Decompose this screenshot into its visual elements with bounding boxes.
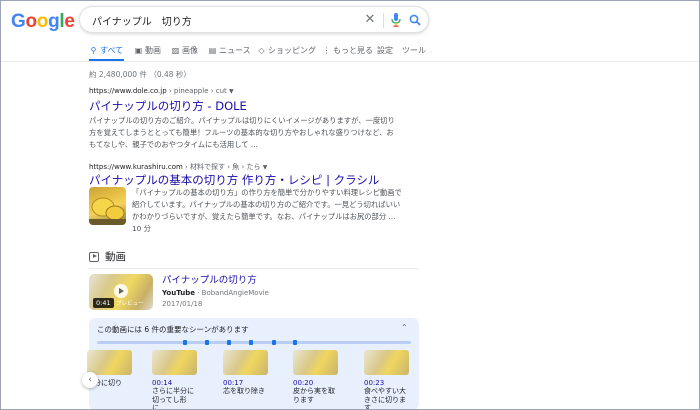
- logo-letter: g: [48, 11, 60, 32]
- timeline-marker[interactable]: [249, 340, 253, 345]
- moment-time: 00:23: [364, 379, 385, 387]
- result-url[interactable]: https://www.kurashiru.com › 材料で探す › 魚 › …: [89, 162, 267, 172]
- key-moments-label: この動画には 6 件の重要なシーンがあります: [97, 325, 249, 334]
- tab-news[interactable]: ▤ ニュース: [208, 45, 251, 56]
- video-source: YouTube · BobandAngieMovie: [162, 289, 269, 297]
- result-snippet-line: かわかりづらいですが、覚えたら簡単です。なお、パイナップルはお尻の部分 ...: [132, 212, 396, 221]
- videos-section-heading: 動画: [89, 249, 126, 264]
- timeline-marker[interactable]: [183, 340, 187, 345]
- key-moments-panel: この動画には 6 件の重要なシーンがあります ⌃ 半分に切り 00:14 さらに…: [87, 318, 419, 410]
- tab-label: 設定: [377, 46, 393, 55]
- tab-label: ニュース: [219, 46, 251, 55]
- google-logo[interactable]: Google: [11, 11, 75, 33]
- video-duration: 0:41: [93, 298, 114, 308]
- key-moment[interactable]: 00:20 皮から実を取ります: [293, 350, 338, 404]
- result-stats: 約 2,480,000 件 （0.48 秒）: [89, 70, 191, 79]
- logo-letter: o: [36, 11, 49, 32]
- pineapple-image: [89, 197, 126, 225]
- caret-down-icon[interactable]: ▼: [263, 164, 268, 171]
- tag-icon: ◇: [258, 46, 265, 55]
- videos-divider: [89, 268, 419, 269]
- more-icon: ⋮: [322, 46, 331, 55]
- tab-label: すべて: [100, 46, 124, 55]
- tab-all[interactable]: ⚲ すべて: [89, 45, 124, 56]
- moment-label: 芯を取り除き: [223, 387, 265, 395]
- tab-shopping[interactable]: ◇ ショッピング: [257, 45, 316, 56]
- moment-thumbnail: [152, 350, 197, 375]
- result-snippet-line: 方を覚えてしまうととっても簡単！フルーツの基本的な切り方やおしゃれな盛りつけなど…: [89, 128, 394, 137]
- video-thumbnail[interactable]: 0:41 プレビュー: [89, 274, 153, 310]
- result-cook-time: 10 分: [132, 224, 151, 233]
- search-input[interactable]: パイナップル 切り方: [92, 13, 192, 28]
- result-domain: https://www.kurashiru.com: [89, 163, 183, 171]
- tab-more[interactable]: ⋮ もっと見る: [322, 45, 374, 56]
- result-domain: https://www.dole.co.jp: [89, 87, 167, 95]
- image-icon: ▨: [171, 46, 180, 55]
- tab-label: もっと見る: [333, 46, 373, 55]
- moment-time: 00:17: [223, 379, 244, 387]
- video-icon: [89, 251, 99, 262]
- video-title[interactable]: パイナップルの切り方: [162, 272, 257, 286]
- result-thumbnail[interactable]: [89, 187, 126, 225]
- video-channel: · BobandAngieMovie: [194, 289, 269, 297]
- videos-heading-label: 動画: [105, 251, 126, 263]
- clear-icon[interactable]: ✕: [363, 11, 377, 29]
- moment-time: 00:20: [293, 379, 314, 387]
- timeline-marker[interactable]: [293, 340, 297, 345]
- moment-thumbnail: [293, 350, 338, 375]
- tab-videos[interactable]: ▣ 動画: [134, 45, 161, 56]
- tab-label: ツール: [402, 46, 426, 55]
- moment-thumbnail: [223, 350, 268, 375]
- preview-label: プレビュー: [116, 301, 144, 307]
- search-icon: ⚲: [90, 46, 97, 55]
- logo-letter: o: [25, 11, 37, 32]
- key-moment[interactable]: 00:14 さらに半分に切ってし形に...: [152, 350, 197, 410]
- moment-label: 皮から実を取ります: [293, 387, 335, 404]
- timeline-marker[interactable]: [227, 340, 231, 345]
- tab-images[interactable]: ▨ 画像: [171, 45, 198, 56]
- result-title[interactable]: パイナップルの基本の切り方 作り方・レシピ | クラシル: [89, 172, 379, 188]
- key-moment[interactable]: 00:17 芯を取り除き: [223, 350, 268, 396]
- video-platform: YouTube: [162, 289, 195, 297]
- moment-label: 食べやすい大きさに切ります: [364, 387, 406, 410]
- news-icon: ▤: [208, 46, 217, 55]
- search-box[interactable]: パイナップル 切り方 ✕: [79, 6, 429, 33]
- result-url[interactable]: https://www.dole.co.jp › pineapple › cut…: [89, 87, 234, 95]
- tab-label: ショッピング: [268, 46, 316, 55]
- result-snippet-line: もてなしや、親子でのおやつタイムにも活用して ...: [89, 140, 258, 149]
- header-divider: [0, 61, 700, 62]
- search-icon[interactable]: [408, 12, 422, 28]
- mic-icon[interactable]: [389, 12, 403, 28]
- key-moments-timeline[interactable]: [97, 340, 411, 345]
- tab-label: 画像: [182, 46, 198, 55]
- chevron-up-icon[interactable]: ⌃: [401, 323, 408, 332]
- result-path: › 材料で探す › 魚 › たら: [182, 163, 263, 171]
- moment-thumbnail: [364, 350, 409, 375]
- divider: [383, 13, 384, 28]
- moment-label: さらに半分に切ってし形に...: [152, 387, 194, 410]
- moment-time: 00:14: [152, 379, 173, 387]
- chevron-left-icon[interactable]: ‹: [82, 372, 98, 388]
- tab-settings[interactable]: 設定: [377, 45, 393, 56]
- logo-letter: e: [64, 11, 75, 32]
- tab-tools[interactable]: ツール: [402, 45, 426, 56]
- video-date: 2017/01/18: [162, 300, 203, 308]
- result-snippet-line: 「パイナップルの基本の切り方」の作り方を簡単で分かりやすい料理レシピ動画で: [132, 188, 402, 197]
- result-path: › pineapple › cut: [166, 87, 230, 95]
- logo-letter: G: [11, 11, 26, 32]
- moment-thumbnail: [87, 350, 132, 375]
- timeline-marker[interactable]: [205, 340, 209, 345]
- tab-label: 動画: [145, 46, 161, 55]
- play-icon[interactable]: [114, 284, 128, 298]
- result-title[interactable]: パイナップルの切り方 - DOLE: [89, 98, 247, 114]
- caret-down-icon[interactable]: ▼: [229, 88, 234, 95]
- result-snippet-line: 紹介しています。パイナップルの基本の切り方のご紹介です。一見どう切ればいい: [132, 200, 401, 209]
- result-snippet-line: パイナップルの切り方のご紹介。パイナップルは切りにくいイメージがありますが、一度…: [89, 116, 395, 125]
- key-moment[interactable]: 00:23 食べやすい大きさに切ります: [364, 350, 409, 410]
- video-icon: ▣: [134, 46, 143, 55]
- timeline-marker[interactable]: [272, 340, 276, 345]
